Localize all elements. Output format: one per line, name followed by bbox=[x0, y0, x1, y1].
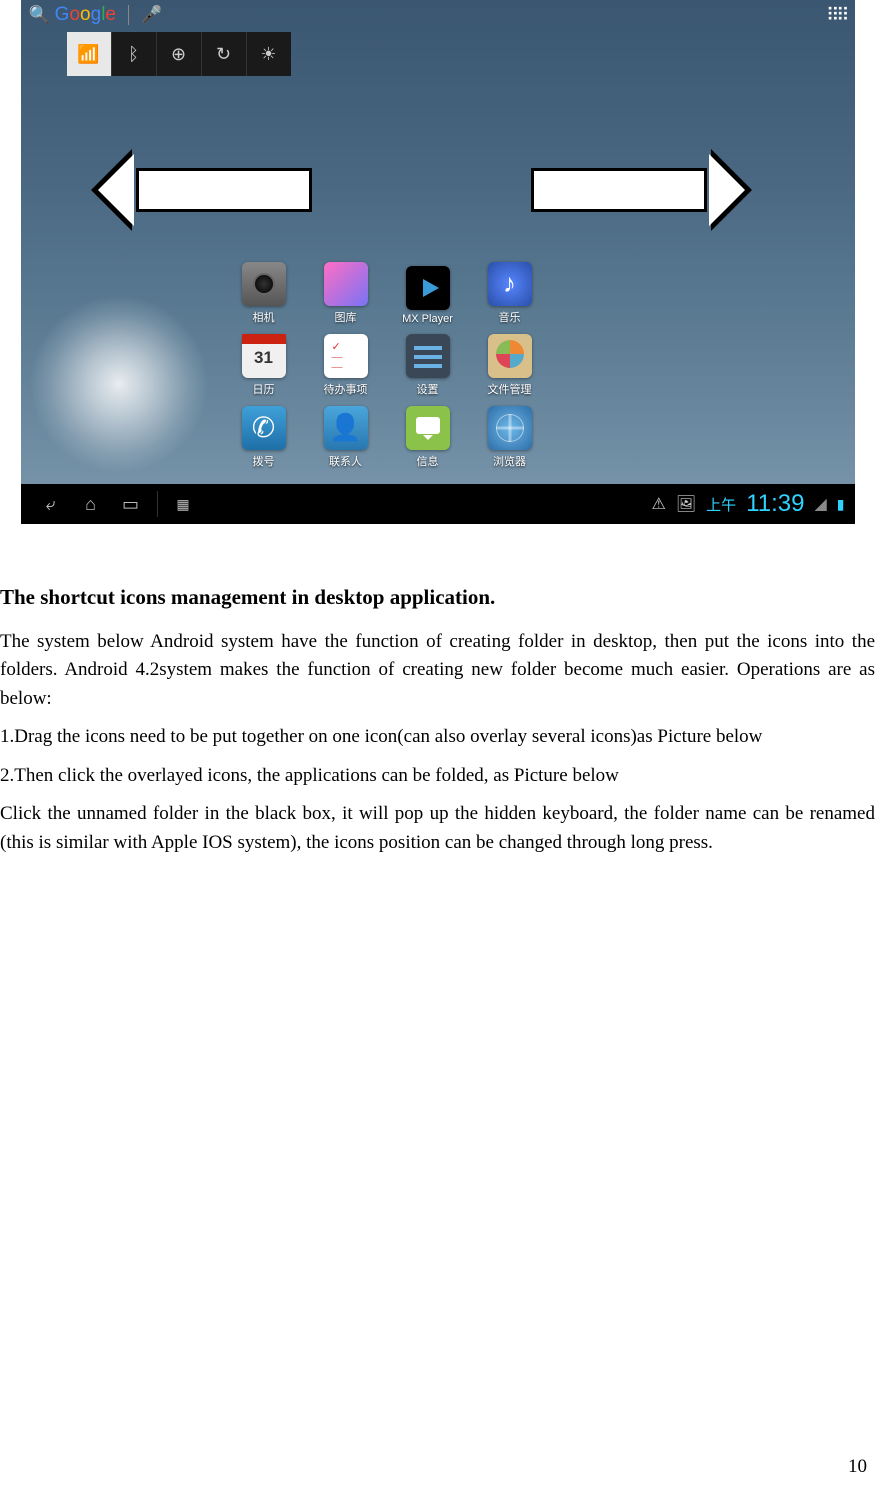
app-contacts[interactable]: 👤联系人 bbox=[305, 397, 387, 469]
sync-toggle[interactable]: ↻ bbox=[202, 32, 247, 76]
app-browser[interactable]: 浏览器 bbox=[469, 397, 551, 469]
screenshot-button[interactable]: ▦ bbox=[164, 496, 204, 513]
brightness-toggle[interactable]: ☀ bbox=[247, 32, 291, 76]
paragraph-step2: 2.Then click the overlayed icons, the ap… bbox=[0, 762, 875, 791]
picture-notification-icon[interactable]: 🖼 bbox=[676, 494, 696, 514]
gps-toggle[interactable]: ⊕ bbox=[157, 32, 202, 76]
page-number: 10 bbox=[848, 1456, 867, 1478]
todo-icon bbox=[324, 334, 368, 378]
clock-time: 11:39 bbox=[746, 490, 804, 518]
app-gallery[interactable]: 图库 bbox=[305, 253, 387, 325]
app-camera[interactable]: 相机 bbox=[223, 253, 305, 325]
paragraph-intro: The system below Android system have the… bbox=[0, 628, 875, 714]
contacts-icon: 👤 bbox=[324, 406, 368, 450]
status-bar: 🔍 Google 🎤 ⠿⠿ bbox=[21, 0, 855, 30]
app-music[interactable]: ♪音乐 bbox=[469, 253, 551, 325]
navigation-bar: ⤶ ⌂ ▭ ▦ ⚠ 🖼 上午 11:39 ◢ ▮ bbox=[21, 484, 855, 524]
bluetooth-toggle[interactable]: ᛒ bbox=[112, 32, 157, 76]
camera-icon bbox=[242, 262, 286, 306]
music-icon: ♪ bbox=[488, 262, 532, 306]
signal-icon: ◢ bbox=[814, 494, 826, 514]
calendar-icon bbox=[242, 334, 286, 378]
app-todo[interactable]: 待办事项 bbox=[305, 325, 387, 397]
swipe-left-arrow bbox=[136, 168, 312, 212]
app-drawer-icon[interactable]: ⠿⠿ bbox=[826, 5, 846, 26]
warning-icon[interactable]: ⚠ bbox=[652, 494, 666, 514]
app-messages[interactable]: 信息 bbox=[387, 397, 469, 469]
back-button[interactable]: ⤶ bbox=[31, 494, 71, 515]
settings-icon bbox=[406, 334, 450, 378]
google-search-text[interactable]: Google bbox=[55, 4, 116, 26]
quick-settings-bar: 📶 ᛒ ⊕ ↻ ☀ bbox=[67, 32, 291, 76]
section-heading: The shortcut icons management in desktop… bbox=[0, 582, 875, 614]
separator bbox=[157, 491, 158, 517]
phone-icon: ✆ bbox=[242, 406, 286, 450]
app-filemanager[interactable]: 文件管理 bbox=[469, 325, 551, 397]
recent-button[interactable]: ▭ bbox=[111, 494, 151, 515]
app-calendar[interactable]: 日历 bbox=[223, 325, 305, 397]
separator bbox=[128, 5, 129, 25]
battery-icon: ▮ bbox=[837, 496, 845, 513]
mic-icon[interactable]: 🎤 bbox=[141, 5, 162, 25]
app-settings[interactable]: 设置 bbox=[387, 325, 469, 397]
filemanager-icon bbox=[488, 334, 532, 378]
paragraph-note: Click the unnamed folder in the black bo… bbox=[0, 800, 875, 857]
time-period: 上午 bbox=[706, 494, 736, 515]
home-button[interactable]: ⌂ bbox=[71, 494, 111, 515]
app-phone[interactable]: ✆拨号 bbox=[223, 397, 305, 469]
wallpaper-dandelion bbox=[29, 294, 209, 474]
search-icon[interactable]: 🔍 bbox=[29, 5, 50, 25]
browser-icon bbox=[488, 406, 532, 450]
app-grid: 相机 图库 MX Player ♪音乐 日历 待办事项 设置 文件管理 ✆拨号 … bbox=[223, 253, 551, 469]
gallery-icon bbox=[324, 262, 368, 306]
messages-icon bbox=[406, 406, 450, 450]
wifi-toggle[interactable]: 📶 bbox=[67, 32, 112, 76]
android-screenshot: 🔍 Google 🎤 ⠿⠿ 📶 ᛒ ⊕ ↻ ☀ 相机 图库 MX Player … bbox=[21, 0, 855, 524]
document-body: The shortcut icons management in desktop… bbox=[0, 524, 875, 857]
app-mxplayer[interactable]: MX Player bbox=[387, 253, 469, 325]
paragraph-step1: 1.Drag the icons need to be put together… bbox=[0, 723, 875, 752]
mxplayer-icon bbox=[406, 266, 450, 310]
swipe-right-arrow bbox=[531, 168, 707, 212]
